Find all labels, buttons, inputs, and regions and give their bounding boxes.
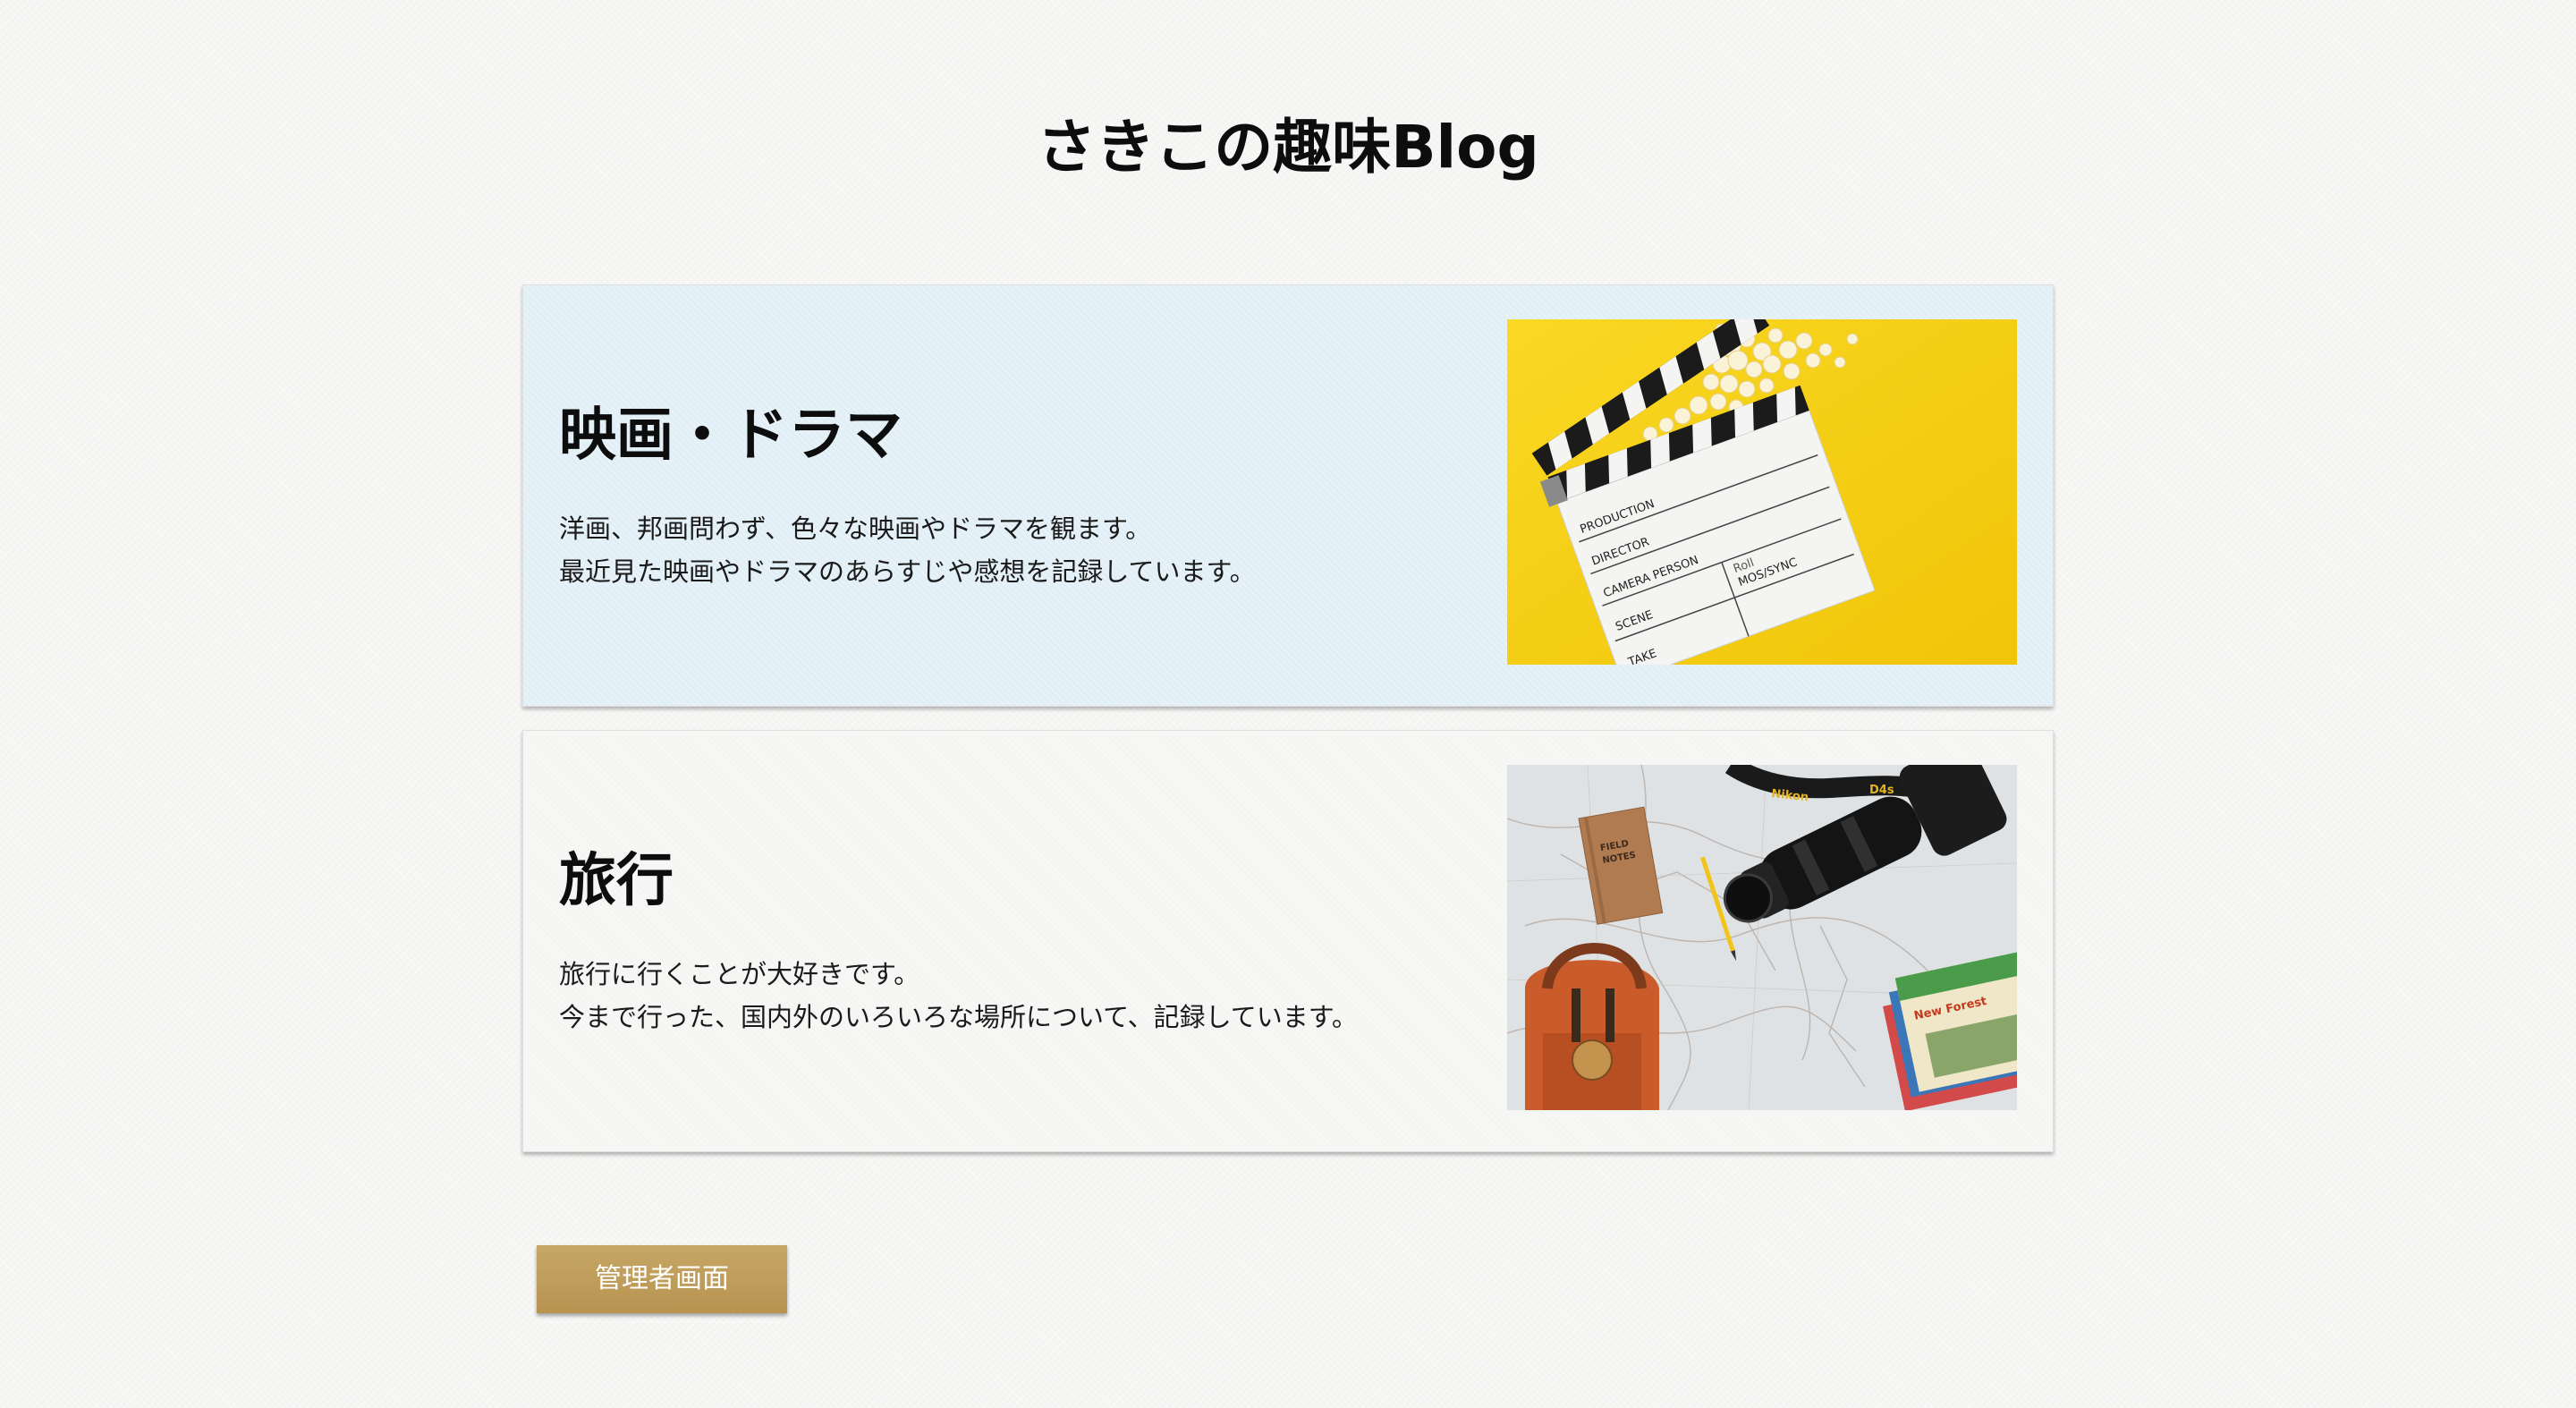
category-card-movies[interactable]: 映画・ドラマ 洋画、邦画問わず、色々な映画やドラマを観ます。 最近見た映画やドラ…: [522, 284, 2054, 707]
backpack: [1525, 943, 1659, 1110]
card-title[interactable]: 映画・ドラマ: [559, 398, 1489, 473]
card-description-line: 今まで行った、国内外のいろいろな場所について、記録しています。: [559, 1002, 1358, 1032]
card-description: 洋画、邦画問わず、色々な映画やドラマを観ます。 最近見た映画やドラマのあらすじや…: [559, 507, 1489, 593]
card-title[interactable]: 旅行: [559, 844, 1489, 919]
travel-image[interactable]: FIELD NOTES Nikon D4s New Forest: [1507, 765, 2017, 1110]
card-description: 旅行に行くことが大好きです。 今まで行った、国内外のいろいろな場所について、記録…: [559, 953, 1489, 1039]
site-title: さきこの趣味Blog: [1037, 113, 1539, 182]
card-description-line: 最近見た映画やドラマのあらすじや感想を記録しています。: [559, 556, 1256, 587]
svg-text:D4s: D4s: [1869, 784, 1894, 797]
admin-button[interactable]: 管理者画面: [537, 1245, 787, 1313]
card-text: 旅行 旅行に行くことが大好きです。 今まで行った、国内外のいろいろな場所について…: [559, 731, 1489, 1151]
movie-image[interactable]: PRODUCTION DIRECTOR CAMERA PERSON SCENE …: [1507, 319, 2017, 665]
card-text: 映画・ドラマ 洋画、邦画問わず、色々な映画やドラマを観ます。 最近見た映画やドラ…: [559, 285, 1489, 706]
card-description-line: 旅行に行くことが大好きです。: [559, 959, 920, 989]
card-description-line: 洋画、邦画問わず、色々な映画やドラマを観ます。: [559, 513, 1152, 544]
category-card-travel[interactable]: 旅行 旅行に行くことが大好きです。 今まで行った、国内外のいろいろな場所について…: [522, 730, 2054, 1152]
